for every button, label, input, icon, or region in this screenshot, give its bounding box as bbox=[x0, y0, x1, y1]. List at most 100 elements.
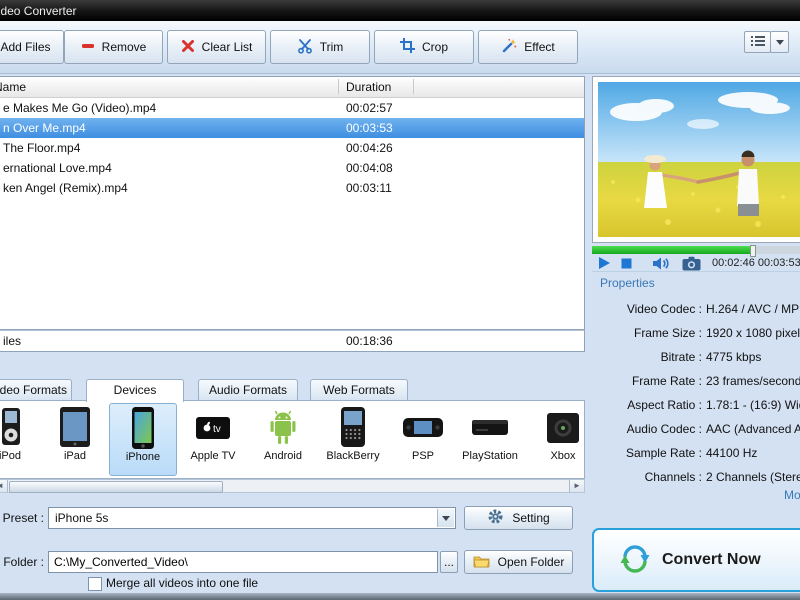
window-bottom-edge bbox=[0, 593, 800, 600]
property-row: Video Codec :H.264 / AVC / MPEG- bbox=[592, 297, 800, 321]
property-label: Audio Codec : bbox=[592, 417, 702, 441]
file-row-selected[interactable]: n Over Me.mp4 00:03:53 bbox=[0, 118, 584, 138]
scrollbar-thumb[interactable] bbox=[9, 481, 223, 493]
property-row: Channels :2 Channels (Stereo) bbox=[592, 465, 800, 489]
device-item-psp[interactable]: PSP bbox=[389, 403, 457, 476]
property-value: 23 frames/second bbox=[706, 369, 800, 393]
remove-button[interactable]: Remove bbox=[64, 30, 163, 64]
device-item-playstation[interactable]: PlayStation bbox=[456, 403, 524, 476]
tab-devices[interactable]: Devices bbox=[86, 379, 184, 402]
browse-label: ... bbox=[444, 555, 454, 569]
tab-label: Devices bbox=[114, 383, 157, 397]
property-value: 1920 x 1080 pixels bbox=[706, 321, 800, 345]
clear-list-label: Clear List bbox=[202, 40, 253, 54]
convert-now-label: Convert Now bbox=[662, 551, 761, 569]
playstation-icon bbox=[470, 405, 510, 449]
tab-video-formats[interactable]: ideo Formats bbox=[0, 379, 72, 400]
merge-checkbox[interactable] bbox=[88, 577, 102, 591]
tab-audio-formats[interactable]: Audio Formats bbox=[198, 379, 298, 400]
view-mode-button[interactable] bbox=[744, 31, 771, 53]
stop-button[interactable] bbox=[621, 258, 632, 272]
output-folder-input[interactable] bbox=[48, 551, 438, 573]
crop-button[interactable]: Crop bbox=[374, 30, 474, 64]
column-divider bbox=[338, 79, 339, 94]
trim-label: Trim bbox=[320, 40, 344, 54]
device-panel: iPod iPad iPhone tv Apple TV Android Bla… bbox=[0, 400, 585, 479]
progress-fill bbox=[592, 246, 752, 254]
browse-button[interactable]: ... bbox=[440, 551, 458, 573]
preset-dropdown-arrow[interactable] bbox=[437, 509, 454, 527]
property-label: Frame Size : bbox=[592, 321, 702, 345]
file-row[interactable]: The Floor.mp4 00:04:26 bbox=[0, 138, 584, 158]
android-icon bbox=[263, 405, 303, 449]
setting-label: Setting bbox=[512, 511, 549, 525]
device-item-ipad[interactable]: iPad bbox=[41, 403, 109, 476]
gear-icon bbox=[487, 508, 504, 528]
property-value: 2 Channels (Stereo) bbox=[706, 465, 800, 489]
column-divider bbox=[413, 79, 414, 94]
file-row[interactable]: e Makes Me Go (Video).mp4 00:02:57 bbox=[0, 98, 584, 118]
column-header-duration[interactable]: Duration bbox=[346, 80, 391, 94]
device-item-ipod[interactable]: iPod bbox=[0, 403, 44, 476]
open-folder-button[interactable]: Open Folder bbox=[464, 550, 573, 574]
clear-list-button[interactable]: Clear List bbox=[167, 30, 266, 64]
device-item-iphone[interactable]: iPhone bbox=[109, 403, 177, 476]
more-link[interactable]: More bbox=[784, 488, 800, 502]
ipod-icon bbox=[0, 405, 30, 449]
property-row: Frame Rate :23 frames/second bbox=[592, 369, 800, 393]
property-value: 4775 kbps bbox=[706, 345, 761, 369]
convert-now-button[interactable]: Convert Now bbox=[592, 528, 800, 592]
blackberry-icon bbox=[333, 405, 373, 449]
device-item-apple-tv[interactable]: tv Apple TV bbox=[179, 403, 247, 476]
tab-web-formats[interactable]: Web Formats bbox=[310, 379, 408, 400]
tab-label: Web Formats bbox=[323, 383, 395, 397]
device-item-android[interactable]: Android bbox=[249, 403, 317, 476]
device-scrollbar[interactable]: ◄ ► bbox=[0, 479, 585, 493]
property-row: Frame Size :1920 x 1080 pixels bbox=[592, 321, 800, 345]
add-files-button[interactable]: Add Files bbox=[0, 30, 64, 64]
property-value: 44100 Hz bbox=[706, 441, 757, 465]
trim-button[interactable]: Trim bbox=[270, 30, 370, 64]
file-row[interactable]: ernational Love.mp4 00:04:08 bbox=[0, 158, 584, 178]
svg-text:tv: tv bbox=[213, 424, 221, 435]
preset-value: iPhone 5s bbox=[55, 511, 108, 525]
file-name: ken Angel (Remix).mp4 bbox=[3, 178, 128, 198]
device-item-xbox[interactable]: Xbox bbox=[529, 403, 585, 476]
magic-wand-icon bbox=[501, 38, 517, 57]
file-name: e Makes Me Go (Video).mp4 bbox=[3, 98, 156, 118]
property-value: 1.78:1 - (16:9) Widesc bbox=[706, 393, 800, 417]
total-files-label: iles bbox=[3, 331, 21, 351]
device-label: PSP bbox=[389, 450, 457, 462]
property-label: Frame Rate : bbox=[592, 369, 702, 393]
clear-list-icon bbox=[181, 39, 195, 56]
file-duration: 00:04:26 bbox=[346, 138, 393, 158]
property-label: Video Codec : bbox=[592, 297, 702, 321]
window-title: Video Converter bbox=[0, 4, 77, 18]
property-row: Bitrate :4775 kbps bbox=[592, 345, 800, 369]
device-item-blackberry[interactable]: BlackBerry bbox=[319, 403, 387, 476]
video-preview bbox=[592, 76, 800, 243]
setting-button[interactable]: Setting bbox=[464, 506, 573, 530]
preset-dropdown[interactable]: iPhone 5s bbox=[48, 507, 456, 529]
progress-thumb[interactable] bbox=[750, 245, 756, 257]
xbox-icon bbox=[543, 405, 583, 449]
folder-icon bbox=[473, 554, 490, 571]
seek-bar[interactable] bbox=[592, 246, 800, 254]
elapsed-time: 00:02:46 bbox=[712, 257, 755, 269]
device-label: PlayStation bbox=[456, 450, 524, 462]
file-list: Name Duration e Makes Me Go (Video).mp4 … bbox=[0, 76, 585, 330]
scroll-left-icon[interactable]: ◄ bbox=[0, 480, 8, 492]
property-value: AAC (Advanced Audio bbox=[706, 417, 800, 441]
effect-button[interactable]: Effect bbox=[478, 30, 578, 64]
crop-label: Crop bbox=[422, 40, 448, 54]
file-duration: 00:03:11 bbox=[346, 178, 392, 198]
view-mode-dropdown-button[interactable] bbox=[770, 31, 789, 53]
scroll-right-icon[interactable]: ► bbox=[569, 480, 584, 492]
device-label: iPad bbox=[41, 450, 109, 462]
effect-label: Effect bbox=[524, 40, 554, 54]
properties-list: Video Codec :H.264 / AVC / MPEG- Frame S… bbox=[592, 297, 800, 489]
column-header-name[interactable]: Name bbox=[0, 80, 26, 94]
tab-label: ideo Formats bbox=[0, 383, 67, 397]
file-row[interactable]: ken Angel (Remix).mp4 00:03:11 bbox=[0, 178, 584, 198]
properties-title: Properties bbox=[600, 276, 655, 290]
